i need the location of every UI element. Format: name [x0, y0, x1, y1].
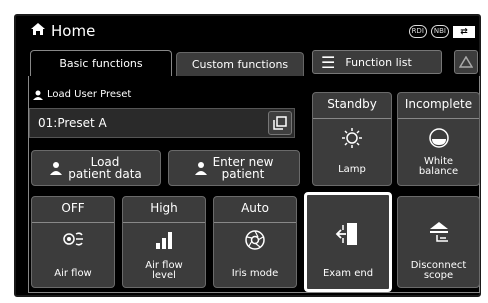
- white-balance-button[interactable]: Incomplete White balance: [397, 92, 480, 186]
- function-list-button[interactable]: ☰ Function list: [312, 50, 442, 74]
- lamp-icon: [342, 128, 362, 148]
- preset-field[interactable]: 01:Preset A: [29, 108, 295, 138]
- iris-icon: [245, 230, 265, 250]
- battery-icon: ⇄: [453, 25, 475, 38]
- user-icon: [50, 162, 63, 175]
- tab-basic-functions[interactable]: Basic functions: [30, 50, 172, 76]
- air-flow-icon: [63, 232, 83, 246]
- air-flow-level-value: High: [150, 201, 178, 215]
- air-flow-level-icon: [156, 232, 172, 249]
- new-patient-icon: [194, 162, 207, 175]
- header: Home: [30, 20, 95, 42]
- white-balance-label: White balance: [418, 156, 459, 177]
- enter-new-patient-button[interactable]: Enter new patient: [168, 150, 300, 186]
- air-flow-level-button[interactable]: High Air flow level: [122, 196, 206, 288]
- tab-custom-label: Custom functions: [191, 58, 289, 71]
- iris-mode-value: Auto: [241, 201, 269, 215]
- disconnect-icon: [429, 222, 448, 242]
- home-icon[interactable]: [30, 22, 46, 40]
- load-patient-data-button[interactable]: Load patient data: [31, 150, 161, 186]
- enter-new-patient-label: Enter new patient: [212, 155, 274, 181]
- exam-end-button[interactable]: Exam end: [304, 192, 392, 292]
- disconnect-scope-label: Disconnect scope: [410, 260, 467, 281]
- system-status: RDI NBI ⇄: [408, 25, 475, 38]
- load-user-preset-label: Load User Preset: [47, 89, 132, 100]
- lamp-label: Lamp: [338, 164, 366, 175]
- white-balance-status: Incomplete: [404, 97, 473, 111]
- page-title: Home: [51, 22, 96, 40]
- user-icon: [33, 90, 43, 100]
- lamp-standby-button[interactable]: Standby Lamp: [312, 92, 392, 186]
- tab-custom-functions[interactable]: Custom functions: [176, 52, 304, 76]
- nbi-icon: NBI: [430, 25, 449, 38]
- triangle-icon: [459, 56, 473, 68]
- exam-end-label: Exam end: [322, 268, 374, 279]
- preset-select-button[interactable]: [268, 111, 292, 135]
- menu-icon: ☰: [321, 52, 336, 72]
- air-flow-level-label: Air flow level: [145, 260, 183, 281]
- preset-copy-icon: [273, 116, 287, 130]
- standby-value: Standby: [327, 97, 377, 111]
- air-flow-label: Air flow: [54, 268, 92, 279]
- function-list-label: Function list: [345, 55, 412, 69]
- rdi-icon: RDI: [408, 25, 427, 38]
- load-user-preset-header: Load User Preset: [33, 89, 131, 100]
- iris-mode-label: Iris mode: [231, 268, 279, 279]
- air-flow-button[interactable]: OFF Air flow: [31, 196, 115, 288]
- load-patient-data-label: Load patient data: [68, 155, 142, 181]
- air-flow-value: OFF: [61, 201, 85, 215]
- white-balance-icon: [428, 128, 449, 148]
- iris-mode-button[interactable]: Auto Iris mode: [213, 196, 297, 288]
- disconnect-scope-button[interactable]: Disconnect scope: [397, 196, 480, 288]
- exam-end-icon: [335, 223, 357, 245]
- triangle-button[interactable]: [454, 50, 478, 74]
- tab-basic-label: Basic functions: [59, 57, 143, 70]
- preset-value: 01:Preset A: [38, 116, 107, 130]
